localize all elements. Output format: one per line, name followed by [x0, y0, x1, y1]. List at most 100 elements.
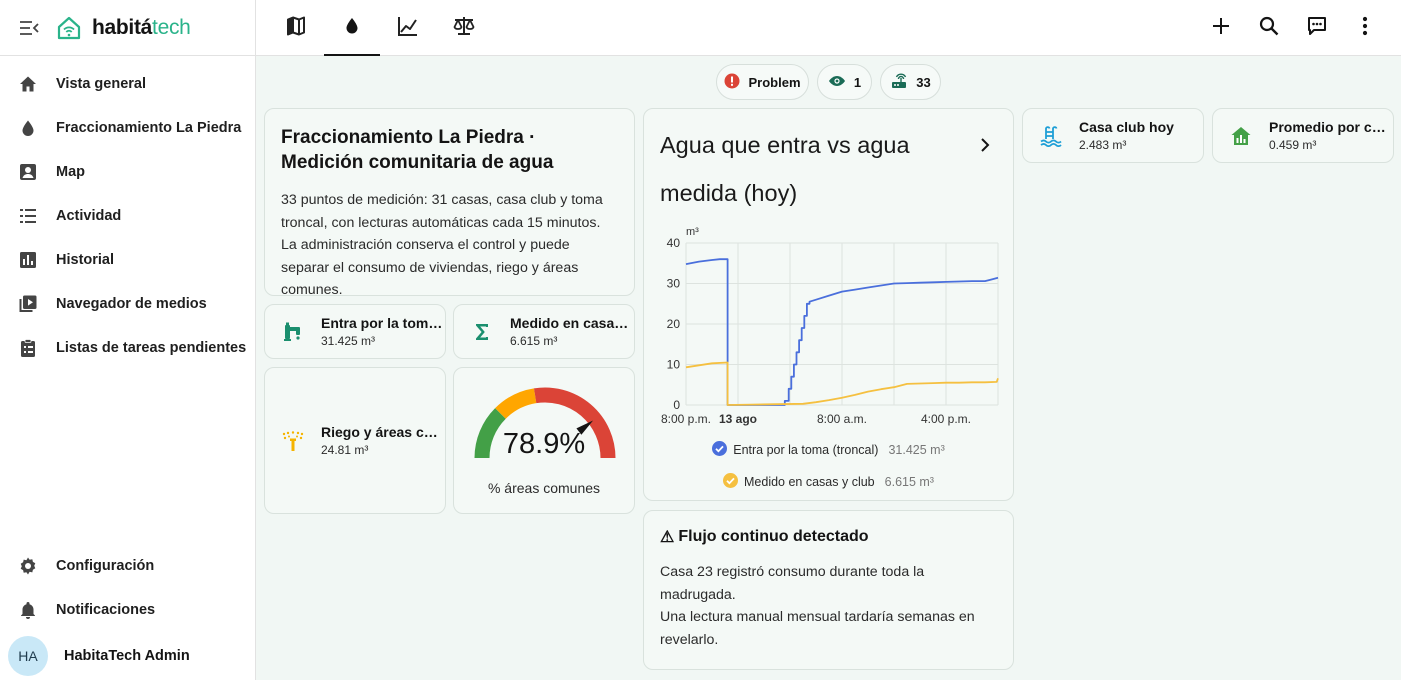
sidebar-nav: Vista general Fraccionamiento La Piedra … [0, 56, 255, 370]
tile-text: Promedio por casa 0.459 m³ [1269, 119, 1393, 152]
plus-icon [1212, 17, 1230, 40]
search-icon [1259, 16, 1279, 41]
sidebar-item-notificaciones[interactable]: Notificaciones [0, 588, 255, 632]
sidebar-item-historial[interactable]: Historial [0, 238, 255, 282]
water-pump-icon [281, 320, 305, 344]
sidebar-item-label: Configuración [56, 558, 155, 574]
eye-icon [828, 75, 846, 90]
tile-value: 6.615 m³ [510, 334, 558, 348]
y-tick-label: 30 [667, 277, 681, 291]
tile-name: Casa club hoy [1079, 119, 1174, 135]
dots-vertical-icon [1362, 16, 1368, 41]
menu-toggle-icon[interactable] [18, 17, 40, 39]
gauge-value: 78.9% [502, 428, 586, 460]
watching-badge[interactable]: 1 [817, 64, 872, 100]
x-tick-label: 8:00 p.m. [661, 412, 711, 426]
tab-map[interactable] [268, 0, 324, 56]
comment-processing-icon [1306, 15, 1328, 42]
warning-icon: ⚠ [660, 529, 675, 546]
sidebar-item-configuracion[interactable]: Configuración [0, 544, 255, 588]
brand-name-accent: tech [152, 15, 191, 39]
alert-title: ⚠ Flujo continuo detectado [660, 527, 997, 547]
meters-badge[interactable]: 33 [880, 64, 941, 100]
gauge-card[interactable]: 78.9% % áreas comunes [453, 367, 635, 514]
legend-item-toma[interactable]: Entra por la toma (troncal) 31.425 m³ [644, 441, 1013, 459]
legend-item-medido[interactable]: Medido en casas y club 6.615 m³ [644, 473, 1013, 491]
tile-value: 24.81 m³ [321, 443, 369, 457]
gauge-segment-yellow [495, 388, 537, 419]
account-box-icon [18, 162, 38, 182]
list-icon [18, 206, 38, 226]
tile-value: 0.459 m³ [1269, 138, 1317, 152]
user-profile[interactable]: HA HabitaTech Admin [0, 632, 255, 680]
water-drop-icon [343, 16, 361, 41]
tile-name: Promedio por casa [1269, 119, 1393, 135]
gear-icon [18, 556, 38, 576]
avatar: HA [8, 636, 48, 676]
tile-toma-troncal[interactable]: Entra por la toma (troncal) 31.425 m³ [264, 304, 446, 359]
chart-card: Agua que entra vs agua medida (hoy) m³ 0 1… [643, 108, 1014, 501]
sidebar-item-label: Navegador de medios [56, 296, 207, 312]
scale-balance-icon [452, 15, 476, 42]
card-title: Fraccionamiento La Piedra · Medición com… [281, 127, 554, 173]
sidebar-item-actividad[interactable]: Actividad [0, 194, 255, 238]
sidebar-item-label: Notificaciones [56, 602, 156, 618]
y-unit-label: m³ [686, 226, 699, 238]
sigma-icon [470, 320, 494, 344]
brand-logo[interactable]: habitátech [56, 16, 191, 40]
tab-balance[interactable] [436, 0, 492, 56]
user-name: HabitaTech Admin [64, 648, 190, 664]
sidebar-item-listas-tareas[interactable]: Listas de tareas pendientes [0, 326, 255, 370]
sidebar-item-navegador-medios[interactable]: Navegador de medios [0, 282, 255, 326]
play-library-icon [18, 294, 38, 314]
chevron-right-icon [980, 137, 990, 158]
badge-label: Problem [748, 74, 801, 90]
sidebar-item-label: Historial [56, 252, 115, 268]
tab-water[interactable] [324, 0, 380, 56]
map-icon [285, 15, 307, 42]
problem-badge[interactable]: Problem [716, 64, 809, 100]
tile-riego-areas[interactable]: Riego y áreas comunes 24.81 m³ [264, 367, 446, 514]
more-options-button[interactable] [1345, 8, 1385, 48]
tile-text: Casa club hoy 2.483 m³ [1079, 119, 1174, 152]
alert-body: Casa 23 registró consumo durante toda la… [660, 561, 997, 651]
search-button[interactable] [1249, 8, 1289, 48]
assist-button[interactable] [1297, 8, 1337, 48]
chart-more-button[interactable] [971, 133, 999, 161]
legend-label: Medido en casas y club [744, 475, 875, 489]
pool-icon [1039, 124, 1063, 148]
sidebar-item-label: Listas de tareas pendientes [56, 340, 247, 356]
tile-text: Medido en casas y club 6.615 m³ [510, 315, 634, 348]
alert-title-text: Flujo continuo detectado [678, 528, 869, 545]
tile-text: Entra por la toma (troncal) 31.425 m³ [321, 315, 445, 348]
check-circle-icon [723, 473, 738, 491]
sidebar-item-label: Fraccionamiento La Piedra [56, 120, 242, 136]
tile-value: 2.483 m³ [1079, 138, 1127, 152]
y-tick-label: 0 [673, 398, 680, 412]
alert-line-1: Casa 23 registró consumo durante toda la… [660, 564, 925, 603]
tile-casa-club[interactable]: Casa club hoy 2.483 m³ [1022, 108, 1204, 163]
chart-title: Agua que entra vs agua medida (hoy) [660, 132, 910, 206]
brand-name: habitá [92, 15, 153, 39]
sidebar: habitátech Vista general Fraccionamiento… [0, 0, 256, 680]
x-tick-label: 4:00 p.m. [921, 412, 971, 426]
sidebar-item-vista-general[interactable]: Vista general [0, 62, 255, 106]
bar-chart-icon [18, 250, 38, 270]
sidebar-header: habitátech [0, 0, 255, 56]
line-chart-icon [397, 15, 419, 42]
line-chart: m³ 0 10 20 30 40 8:00 p.m. 13 ago 8:00 a.m. 4:00 … [661, 226, 999, 426]
tab-trends[interactable] [380, 0, 436, 56]
legend-value: 6.615 m³ [884, 475, 934, 489]
sidebar-item-map[interactable]: Map [0, 150, 255, 194]
house-wifi-icon [57, 16, 81, 39]
add-button[interactable] [1201, 8, 1241, 48]
sidebar-item-label: Actividad [56, 208, 122, 224]
clipboard-list-icon [18, 338, 38, 358]
tile-medido-casas[interactable]: Medido en casas y club 6.615 m³ [453, 304, 635, 359]
card-description: 33 puntos de medición: 31 casas, casa cl… [281, 192, 603, 298]
alert-line-2: Una lectura manual mensual tardaría sema… [660, 609, 975, 648]
gauge-label: % áreas comunes [487, 480, 601, 496]
sidebar-item-label: Vista general [56, 76, 147, 92]
tile-promedio-casa[interactable]: Promedio por casa 0.459 m³ [1212, 108, 1394, 163]
sidebar-item-fraccionamiento[interactable]: Fraccionamiento La Piedra [0, 106, 255, 150]
